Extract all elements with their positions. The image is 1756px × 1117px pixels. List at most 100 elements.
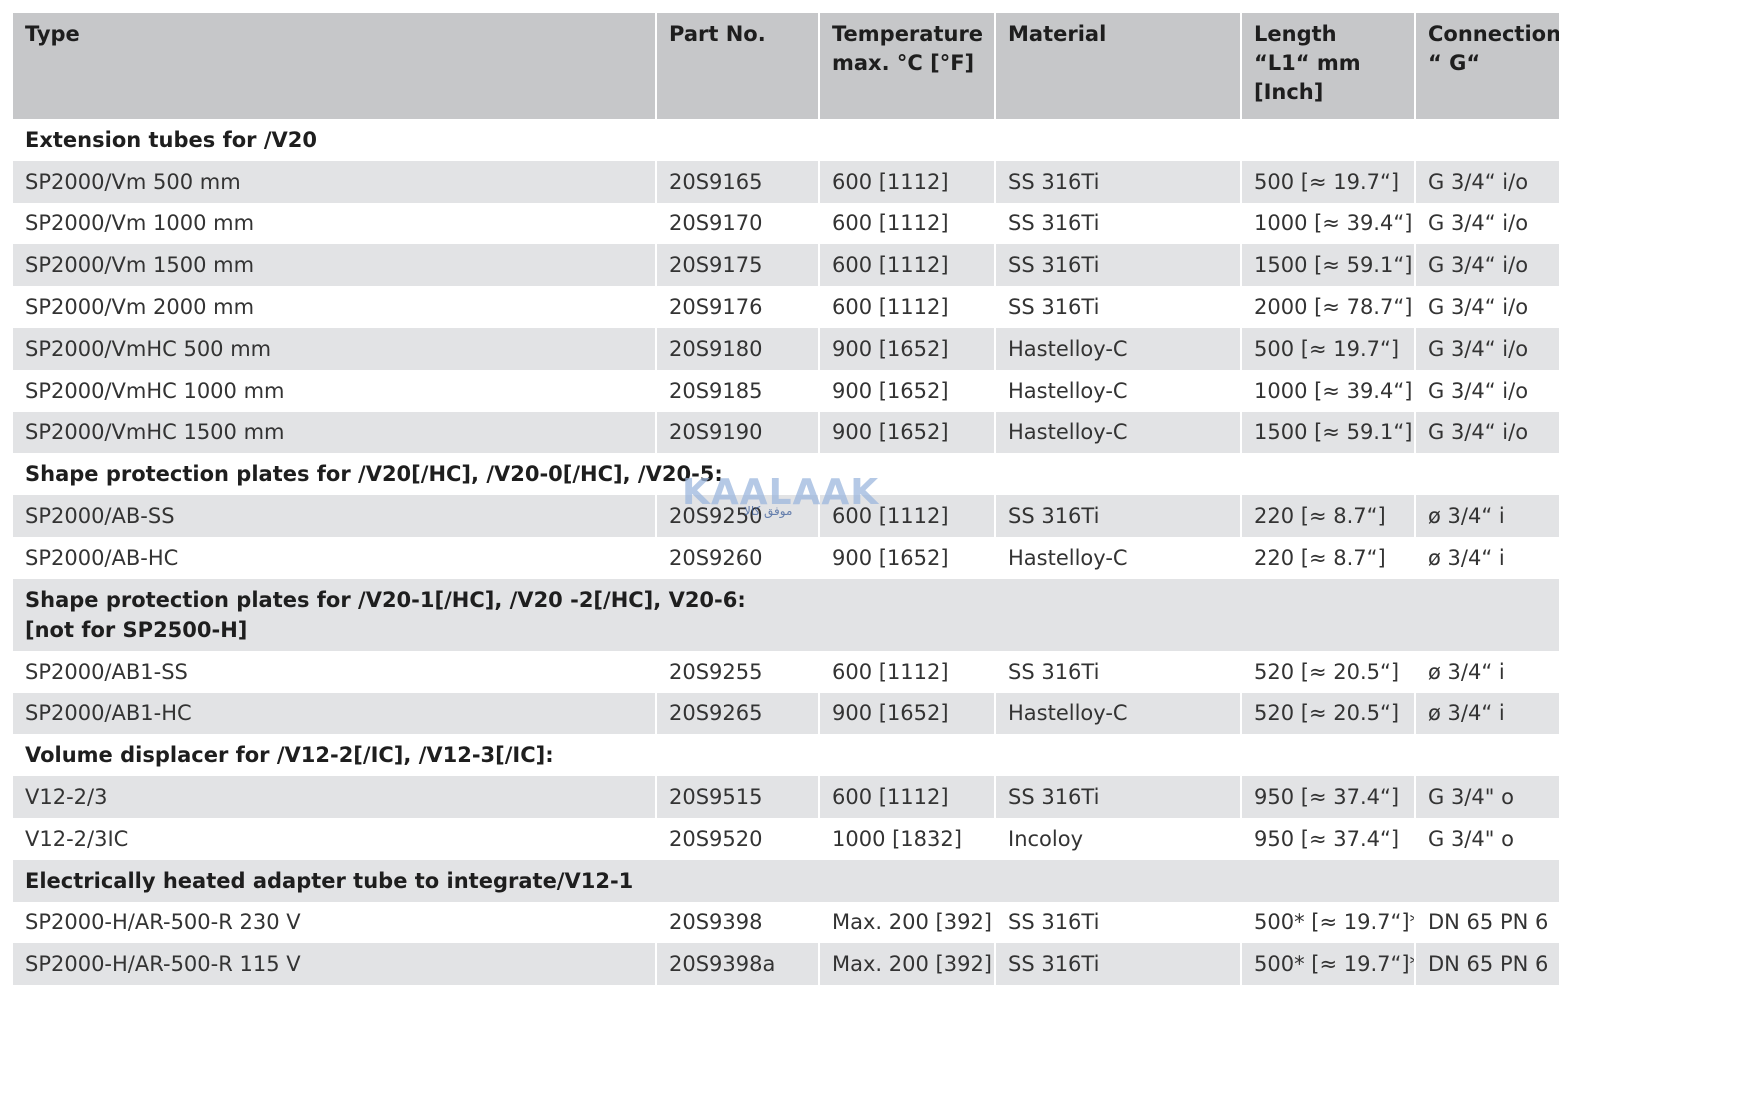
section-title: Electrically heated adapter tube to inte… [13, 859, 1559, 902]
cell-material: SS 316Ti [994, 943, 1241, 986]
cell-connection: G 3/4“ i/o [1414, 244, 1559, 287]
cell-connection: G 3/4“ i/o [1414, 411, 1559, 454]
table-row: SP2000/AB-SS 20S9250 600 [1112] SS 316Ti… [13, 495, 1559, 537]
section-title: Shape protection plates for /V20-1[/HC],… [13, 578, 1559, 651]
table-row: SP2000/Vm 2000 mm 20S9176 600 [1112] SS … [13, 286, 1559, 328]
cell-connection: G 3/4“ i/o [1414, 369, 1559, 412]
header-part-no-label: Part No. [669, 22, 766, 46]
cell-type: SP2000/Vm 500 mm [13, 160, 656, 203]
cell-material: SS 316Ti [994, 202, 1241, 245]
cell-length: 500* [≈ 19.7“]* [1240, 943, 1415, 986]
cell-material: SS 316Ti [994, 286, 1241, 328]
table-row: SP2000/AB1-SS 20S9255 600 [1112] SS 316T… [13, 650, 1559, 693]
cell-part-no: 20S9165 [655, 160, 819, 203]
cell-type: SP2000/VmHC 1500 mm [13, 411, 656, 454]
section-heading-row: Shape protection plates for /V20[/HC], /… [13, 453, 1559, 496]
cell-connection: G 3/4" o [1414, 817, 1559, 860]
cell-temperature: 900 [1652] [818, 369, 995, 412]
cell-part-no: 20S9176 [655, 286, 819, 328]
section-title-line1: Shape protection plates for /V20-1[/HC],… [25, 587, 746, 612]
cell-part-no: 20S9398 [655, 901, 819, 944]
cell-type: SP2000/VmHC 500 mm [13, 327, 656, 370]
cell-type: SP2000-H/AR-500-R 115 V [13, 943, 656, 986]
cell-temperature: 600 [1112] [818, 160, 995, 203]
cell-type: SP2000/Vm 1000 mm [13, 202, 656, 245]
header-temperature-line1: Temperature [832, 22, 984, 46]
cell-type: SP2000/AB1-SS [13, 650, 656, 693]
cell-temperature: 1000 [1832] [818, 817, 995, 860]
header-type: Type [13, 13, 656, 119]
table-row: SP2000/AB-HC 20S9260 900 [1652] Hastello… [13, 536, 1559, 579]
cell-length: 2000 [≈ 78.7“] [1240, 286, 1415, 328]
cell-material: Hastelloy-C [994, 411, 1241, 454]
cell-type: V12-2/3 [13, 776, 656, 818]
cell-part-no: 20S9250 [655, 495, 819, 537]
cell-connection: DN 65 PN 6 [1414, 901, 1559, 944]
cell-type: SP2000/AB-HC [13, 536, 656, 579]
table-row: SP2000/VmHC 1500 mm 20S9190 900 [1652] H… [13, 411, 1559, 454]
section-heading-row: Extension tubes for /V20 [13, 119, 1559, 161]
cell-temperature: Max. 200 [392] [818, 943, 995, 986]
cell-part-no: 20S9520 [655, 817, 819, 860]
cell-temperature: 600 [1112] [818, 286, 995, 328]
cell-material: SS 316Ti [994, 901, 1241, 944]
cell-length: 1500 [≈ 59.1“] [1240, 244, 1415, 287]
cell-temperature: 600 [1112] [818, 495, 995, 537]
cell-type: SP2000/VmHC 1000 mm [13, 369, 656, 412]
cell-length: 950 [≈ 37.4“] [1240, 817, 1415, 860]
cell-part-no: 20S9260 [655, 536, 819, 579]
section-heading-row: Shape protection plates for /V20-1[/HC],… [13, 578, 1559, 651]
cell-material: SS 316Ti [994, 495, 1241, 537]
cell-connection: G 3/4“ i/o [1414, 160, 1559, 203]
cell-length: 500* [≈ 19.7“]* [1240, 901, 1415, 944]
cell-temperature: 600 [1112] [818, 244, 995, 287]
cell-type: SP2000/Vm 1500 mm [13, 244, 656, 287]
cell-connection: ø 3/4“ i [1414, 495, 1559, 537]
cell-length: 500 [≈ 19.7“] [1240, 327, 1415, 370]
header-connection: Connection “ G“ [1414, 13, 1559, 119]
cell-part-no: 20S9185 [655, 369, 819, 412]
cell-length: 1000 [≈ 39.4“] [1240, 369, 1415, 412]
cell-material: SS 316Ti [994, 160, 1241, 203]
accessories-table: Type Part No. Temperature max. °C [°F] Ma… [13, 13, 1559, 986]
cell-part-no: 20S9180 [655, 327, 819, 370]
cell-connection: ø 3/4“ i [1414, 692, 1559, 735]
header-length-line1: Length [1254, 22, 1337, 46]
cell-temperature: 900 [1652] [818, 327, 995, 370]
cell-connection: G 3/4“ i/o [1414, 202, 1559, 245]
cell-temperature: 600 [1112] [818, 650, 995, 693]
cell-type: SP2000/AB1-HC [13, 692, 656, 735]
cell-type: SP2000/Vm 2000 mm [13, 286, 656, 328]
section-title: Volume displacer for /V12-2[/IC], /V12-3… [13, 734, 1559, 777]
cell-temperature: 600 [1112] [818, 776, 995, 818]
cell-length: 220 [≈ 8.7“] [1240, 495, 1415, 537]
table-row: SP2000/AB1-HC 20S9265 900 [1652] Hastell… [13, 692, 1559, 735]
section-title: Extension tubes for /V20 [13, 119, 1559, 161]
cell-part-no: 20S9265 [655, 692, 819, 735]
cell-length: 1000 [≈ 39.4“] [1240, 202, 1415, 245]
cell-length: 520 [≈ 20.5“] [1240, 650, 1415, 693]
table-row: SP2000-H/AR-500-R 230 V 20S9398 Max. 200… [13, 901, 1559, 944]
cell-type: V12-2/3IC [13, 817, 656, 860]
table-row: SP2000/Vm 1500 mm 20S9175 600 [1112] SS … [13, 244, 1559, 287]
cell-material: Hastelloy-C [994, 327, 1241, 370]
cell-connection: DN 65 PN 6 [1414, 943, 1559, 986]
cell-connection: ø 3/4“ i [1414, 650, 1559, 693]
cell-material: Hastelloy-C [994, 536, 1241, 579]
section-title-line2: [not for SP2500-H] [25, 617, 248, 642]
cell-length: 220 [≈ 8.7“] [1240, 536, 1415, 579]
cell-connection: ø 3/4“ i [1414, 536, 1559, 579]
header-part-no: Part No. [655, 13, 819, 119]
cell-part-no: 20S9255 [655, 650, 819, 693]
table-row: SP2000/Vm 500 mm 20S9165 600 [1112] SS 3… [13, 160, 1559, 203]
cell-type: SP2000-H/AR-500-R 230 V [13, 901, 656, 944]
header-length: Length “L1“ mm [Inch] [1240, 13, 1415, 119]
cell-material: SS 316Ti [994, 650, 1241, 693]
cell-material: SS 316Ti [994, 244, 1241, 287]
table-row: SP2000/VmHC 1000 mm 20S9185 900 [1652] H… [13, 369, 1559, 412]
cell-part-no: 20S9190 [655, 411, 819, 454]
section-title: Shape protection plates for /V20[/HC], /… [13, 453, 1559, 496]
header-temperature: Temperature max. °C [°F] [818, 13, 995, 119]
header-length-line2: “L1“ mm [1254, 51, 1361, 75]
cell-temperature: 600 [1112] [818, 202, 995, 245]
